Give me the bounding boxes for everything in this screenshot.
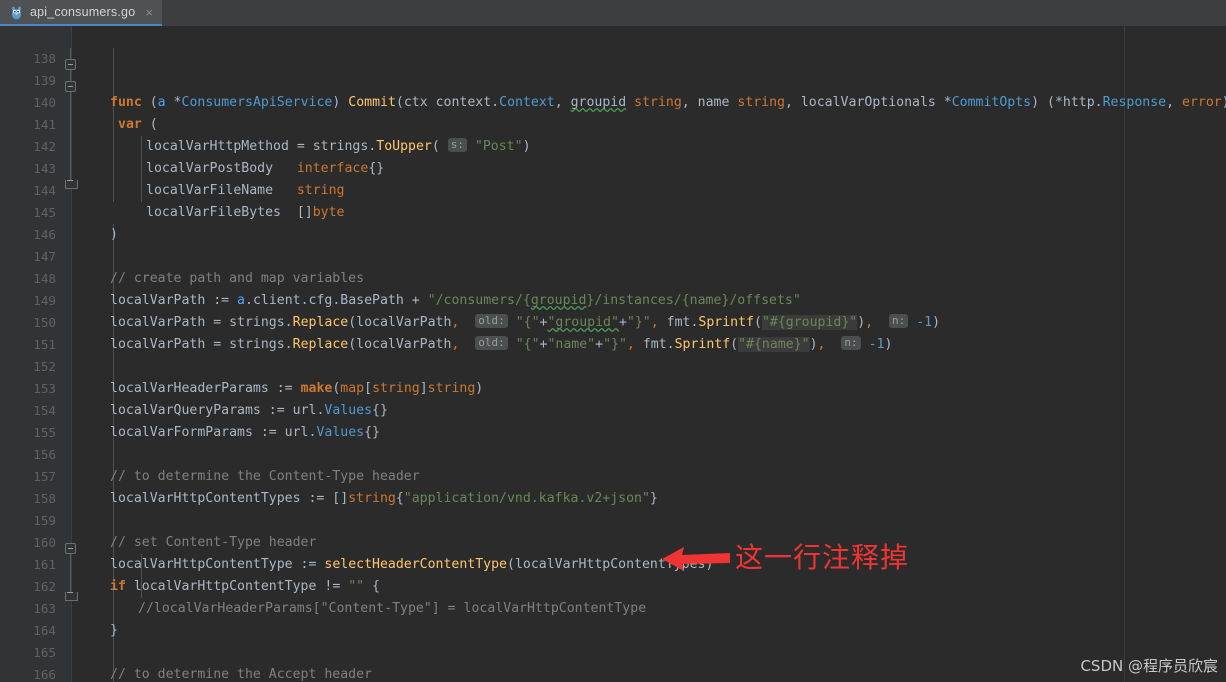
code-line[interactable]: 144 localVarFileBytes []byte — [0, 158, 344, 220]
code-line[interactable]: 154 localVarFormParams := url.Values{} — [0, 378, 380, 440]
indent-guide — [141, 136, 142, 202]
code-line[interactable]: 160 localVarHttpContentType := selectHea… — [0, 510, 713, 572]
line-content: localVarHttpContentType := selectHeaderC… — [110, 557, 714, 572]
code-line[interactable]: 147 // create path and map variables — [0, 224, 364, 286]
code-line[interactable]: 158 — [0, 466, 56, 506]
line-content: var ( — [118, 117, 158, 132]
close-icon[interactable]: × — [142, 6, 153, 19]
line-content: localVarHttpContentTypes := []string{"ap… — [110, 491, 658, 506]
code-line[interactable]: 140 var ( — [0, 70, 157, 132]
code-line[interactable]: 163 } — [0, 576, 118, 638]
line-content: // create path and map variables — [110, 271, 365, 286]
code-line[interactable]: 161 if localVarHttpContentType != "" { — [0, 532, 380, 594]
inlay-hint: s: — [447, 138, 467, 152]
annotation-arrow-icon — [662, 544, 730, 578]
inlay-hint: old: — [475, 336, 508, 350]
code-editor[interactable]: 138 139 func (a *ConsumersApiService) Co… — [0, 26, 1226, 682]
line-content: localVarPath := a.client.cfg.BasePath + … — [110, 293, 801, 308]
code-line[interactable]: 142 localVarPostBody interface{} — [0, 114, 384, 176]
code-line[interactable]: 149 localVarPath = strings.Replace(local… — [0, 268, 940, 330]
code-line[interactable]: 155 — [0, 400, 56, 440]
editor-tab-bar: api_consumers.go × — [0, 0, 1226, 26]
line-content: // set Content-Type header — [110, 535, 317, 550]
code-line[interactable]: 159 // set Content-Type header — [0, 488, 316, 550]
annotation-text: 这一行注释掉 — [735, 541, 910, 574]
go-gopher-icon — [10, 5, 23, 20]
line-content: localVarPath = strings.Replace(localVarP… — [110, 314, 941, 330]
line-content: localVarFileName string — [146, 183, 345, 198]
line-content: func (a *ConsumersApiService) Commit(ctx… — [110, 95, 1226, 110]
fold-marker-139[interactable] — [65, 59, 76, 70]
code-line[interactable]: 157 localVarHttpContentTypes := []string… — [0, 444, 658, 506]
code-line[interactable]: 153 localVarQueryParams := url.Values{} — [0, 356, 388, 418]
line-content: localVarHttpMethod = strings.ToUpper( s:… — [146, 138, 531, 154]
fold-end-marker-163[interactable] — [65, 589, 78, 601]
fold-region-line — [70, 48, 71, 60]
fold-marker-140[interactable] — [65, 81, 76, 92]
code-line[interactable]: 148 localVarPath := a.client.cfg.BasePat… — [0, 246, 801, 308]
line-content: localVarFormParams := url.Values{} — [110, 425, 380, 440]
code-line[interactable]: 145 ) — [0, 180, 118, 242]
watermark: CSDN @程序员欣宸 — [1080, 657, 1218, 675]
code-line[interactable]: 143 localVarFileName string — [0, 136, 344, 198]
line-content: localVarPath = strings.Replace(localVarP… — [110, 336, 893, 352]
code-line[interactable]: 156 // to determine the Content-Type hea… — [0, 422, 419, 484]
line-content: ) — [110, 227, 118, 242]
code-line[interactable]: 162 //localVarHeaderParams["Content-Type… — [0, 554, 646, 616]
line-content: localVarHeaderParams := make(map[string]… — [110, 381, 484, 396]
line-content: if localVarHttpContentType != "" { — [110, 579, 380, 594]
line-content: //localVarHeaderParams["Content-Type"] =… — [138, 601, 647, 616]
line-content: } — [110, 623, 118, 638]
code-line[interactable]: 152 localVarHeaderParams := make(map[str… — [0, 334, 483, 396]
code-line[interactable]: 138 — [0, 26, 56, 66]
fold-region-line — [70, 92, 71, 186]
code-line[interactable]: 164 — [0, 598, 56, 638]
inlay-hint: old: — [475, 314, 508, 328]
code-line[interactable]: 141 localVarHttpMethod = strings.ToUpper… — [0, 92, 530, 154]
code-line[interactable]: 151 — [0, 312, 56, 352]
code-line[interactable]: 139 func (a *ConsumersApiService) Commit… — [0, 48, 1226, 110]
gutter-divider — [71, 26, 72, 682]
code-line[interactable]: 150 localVarPath = strings.Replace(local… — [0, 290, 892, 352]
fold-region-line — [70, 554, 71, 592]
line-content: localVarPostBody interface{} — [146, 161, 385, 176]
fold-end-marker-145[interactable] — [65, 177, 78, 189]
code-line[interactable]: 165 // to determine the Accept header — [0, 620, 372, 682]
code-line[interactable]: 167 — [0, 664, 32, 682]
line-content: // to determine the Accept header — [110, 667, 373, 682]
code-line[interactable]: 166 localVarHttpHeaderAccepts := []strin… — [0, 642, 56, 682]
line-content: // to determine the Content-Type header — [110, 469, 420, 484]
code-line[interactable]: 146 — [0, 202, 56, 242]
inlay-hint: n: — [889, 314, 909, 328]
line-content: localVarQueryParams := url.Values{} — [110, 403, 388, 418]
tab-label: api_consumers.go — [30, 5, 136, 19]
inlay-hint: n: — [841, 336, 861, 350]
right-margin-guide — [1124, 26, 1125, 682]
indent-guide — [113, 48, 114, 202]
tab-api-consumers-go[interactable]: api_consumers.go × — [0, 0, 162, 26]
fold-marker-161[interactable] — [65, 543, 76, 554]
line-content: localVarFileBytes []byte — [146, 205, 345, 220]
